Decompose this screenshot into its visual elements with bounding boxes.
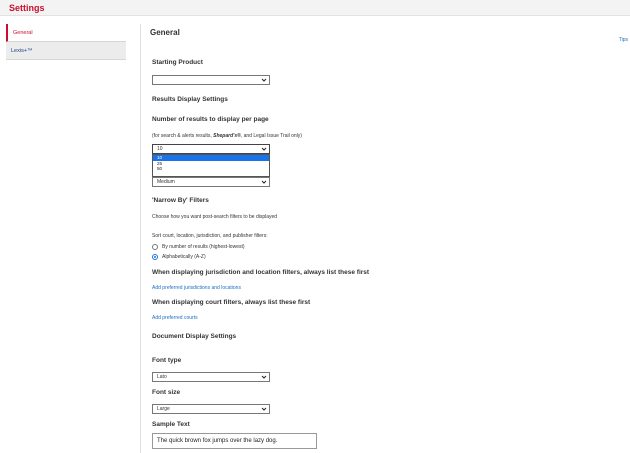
display-density-value: Medium bbox=[157, 179, 175, 185]
sort-option-alphabetical-label: Alphabetically (A-Z) bbox=[162, 254, 206, 260]
per-page-option-50[interactable]: 50 bbox=[153, 166, 269, 172]
top-bar: Settings bbox=[0, 0, 630, 16]
add-jurisdictions-link[interactable]: Add preferred jurisdictions and location… bbox=[152, 285, 241, 291]
per-page-note-shepards: Shepard's® bbox=[213, 133, 241, 139]
sample-text-box: The quick brown fox jumps over the lazy … bbox=[152, 433, 317, 449]
font-size-select[interactable]: Large bbox=[152, 404, 270, 414]
sort-option-by-count[interactable]: By number of results (highest-lowest) bbox=[152, 244, 245, 250]
app-title: Settings bbox=[9, 3, 45, 13]
font-size-label: Font size bbox=[152, 389, 181, 396]
document-display-heading: Document Display Settings bbox=[152, 333, 237, 340]
narrow-by-description: Choose how you want post-search filters … bbox=[152, 214, 278, 220]
results-display-heading: Results Display Settings bbox=[152, 96, 228, 103]
sidebar: General Lexis+™ bbox=[6, 24, 126, 60]
display-density-select[interactable]: Medium bbox=[152, 177, 270, 187]
sidebar-item-general[interactable]: General bbox=[6, 24, 126, 42]
per-page-note-suffix: , and Legal Issue Trail only) bbox=[240, 133, 302, 139]
court-filter-heading: When displaying court filters, always li… bbox=[152, 299, 311, 306]
sidebar-item-lexis-plus[interactable]: Lexis+™ bbox=[6, 42, 126, 60]
chevron-down-icon bbox=[261, 180, 267, 184]
per-page-value: 10 bbox=[157, 146, 163, 152]
font-type-select[interactable]: Lato bbox=[152, 372, 270, 382]
sort-filters-label: Sort court, location, jurisdiction, and … bbox=[152, 233, 268, 239]
per-page-note-prefix: (for search & alerts results, bbox=[152, 133, 214, 139]
settings-panel: General Tips Starting Product Results Di… bbox=[140, 24, 630, 453]
per-page-select[interactable]: 10 bbox=[152, 144, 270, 154]
per-page-dropdown: 10 25 50 bbox=[152, 154, 270, 177]
sort-option-alphabetical[interactable]: Alphabetically (A-Z) bbox=[152, 254, 206, 260]
per-page-note: (for search & alerts results, Shepard's®… bbox=[152, 133, 302, 139]
radio-button-selected[interactable] bbox=[152, 254, 158, 260]
starting-product-select[interactable] bbox=[152, 75, 270, 85]
chevron-down-icon bbox=[261, 407, 267, 411]
radio-button[interactable] bbox=[152, 244, 158, 250]
per-page-label: Number of results to display per page bbox=[152, 116, 269, 123]
starting-product-label: Starting Product bbox=[152, 59, 203, 66]
chevron-down-icon bbox=[261, 78, 267, 82]
add-courts-link[interactable]: Add preferred courts bbox=[152, 315, 198, 321]
chevron-down-icon bbox=[261, 147, 267, 151]
sort-option-by-count-label: By number of results (highest-lowest) bbox=[162, 244, 245, 250]
font-size-value: Large bbox=[157, 406, 170, 412]
tips-link[interactable]: Tips bbox=[619, 37, 628, 43]
page-title: General bbox=[150, 28, 180, 37]
font-type-value: Lato bbox=[157, 374, 167, 380]
jurisdiction-filter-heading: When displaying jurisdiction and locatio… bbox=[152, 269, 370, 276]
sample-text-label: Sample Text bbox=[152, 421, 190, 428]
narrow-by-heading: 'Narrow By' Filters bbox=[152, 197, 209, 204]
chevron-down-icon bbox=[261, 375, 267, 379]
font-type-label: Font type bbox=[152, 357, 182, 364]
